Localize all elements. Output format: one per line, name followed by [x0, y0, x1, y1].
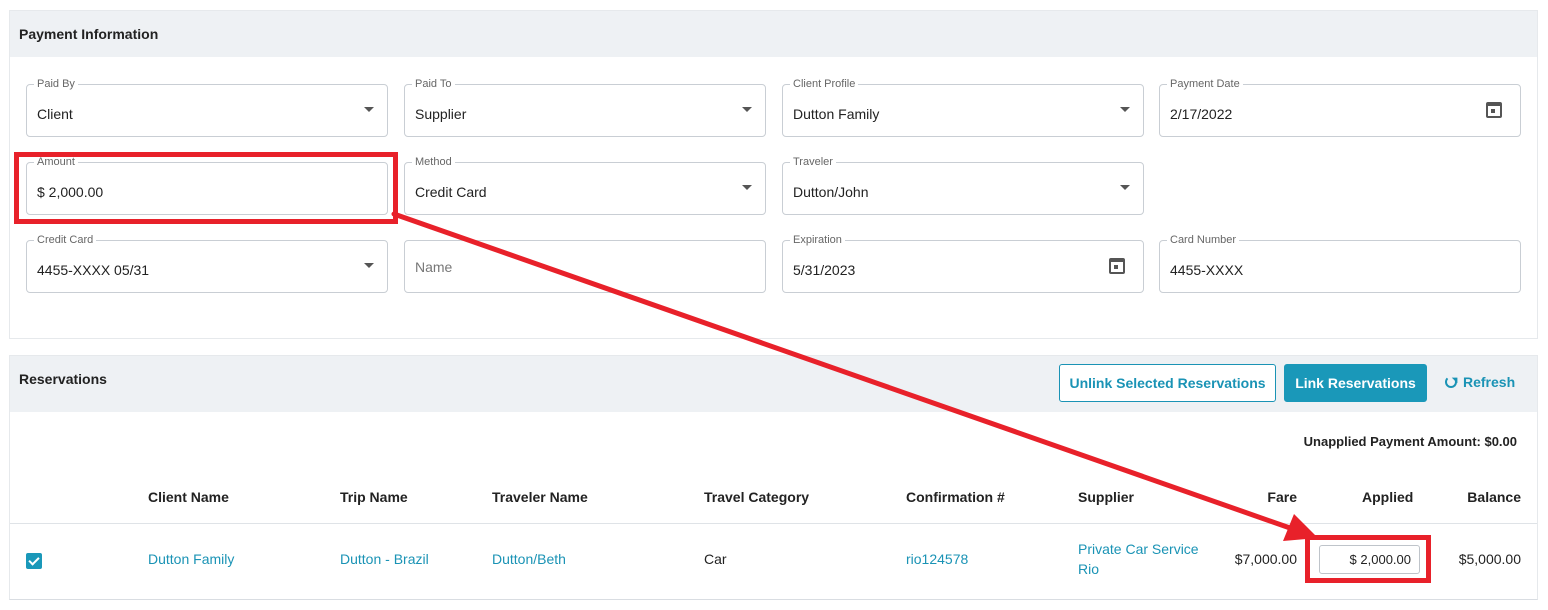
column-header-fare[interactable]: Fare — [1230, 489, 1297, 505]
traveler-select[interactable]: Traveler Dutton/John — [782, 156, 1144, 215]
card-number-value: 4455-XXXX — [1170, 262, 1244, 278]
applied-amount-input[interactable]: $ 2,000.00 — [1319, 545, 1420, 574]
expiration-value: 5/31/2023 — [793, 262, 856, 278]
name-placeholder: Name — [415, 259, 453, 275]
column-header-traveler-name[interactable]: Traveler Name — [492, 489, 588, 505]
amount-field[interactable]: Amount $ 2,000.00 — [26, 156, 388, 215]
payment-date-field[interactable]: Payment Date 2/17/2022 — [1159, 78, 1521, 137]
confirmation-link[interactable]: rio124578 — [906, 549, 968, 569]
column-header-balance[interactable]: Balance — [1450, 489, 1521, 505]
chevron-down-icon[interactable] — [364, 107, 374, 112]
paid-by-value: Client — [37, 106, 73, 122]
amount-value: $ 2,000.00 — [37, 184, 104, 200]
column-header-travel-category[interactable]: Travel Category — [704, 489, 809, 505]
column-header-trip-name[interactable]: Trip Name — [340, 489, 408, 505]
chevron-down-icon[interactable] — [1120, 107, 1130, 112]
column-header-supplier[interactable]: Supplier — [1078, 489, 1134, 505]
calendar-icon[interactable] — [1486, 102, 1502, 118]
reservations-title: Reservations — [19, 371, 107, 387]
column-header-applied[interactable]: Applied — [1362, 489, 1413, 505]
unlink-selected-reservations-button[interactable]: Unlink Selected Reservations — [1059, 364, 1276, 402]
paid-by-select[interactable]: Paid By Client — [26, 78, 388, 137]
chevron-down-icon[interactable] — [364, 263, 374, 268]
travel-category-cell: Car — [704, 551, 727, 567]
supplier-link[interactable]: Private Car Service Rio — [1078, 539, 1199, 579]
credit-card-value: 4455-XXXX 05/31 — [37, 262, 150, 278]
chevron-down-icon[interactable] — [742, 107, 752, 112]
payment-date-label: Payment Date — [1167, 78, 1243, 91]
paid-to-select[interactable]: Paid To Supplier — [404, 78, 766, 137]
traveler-value: Dutton/John — [793, 184, 869, 200]
payment-information-panel: Payment Information Paid By Client Paid … — [9, 10, 1538, 339]
client-name-link[interactable]: Dutton Family — [148, 549, 234, 569]
refresh-icon — [1445, 376, 1457, 388]
row-select-checkbox[interactable] — [26, 553, 42, 569]
balance-cell: $5,000.00 — [1458, 551, 1521, 567]
link-reservations-button[interactable]: Link Reservations — [1284, 364, 1427, 402]
traveler-label: Traveler — [790, 156, 836, 169]
method-value: Credit Card — [415, 184, 487, 200]
name-input[interactable]: Name — [404, 240, 766, 293]
card-number-label: Card Number — [1167, 234, 1240, 247]
method-label: Method — [412, 156, 455, 169]
expiration-field[interactable]: Expiration 5/31/2023 — [782, 234, 1144, 293]
client-profile-value: Dutton Family — [793, 106, 880, 122]
supplier-name-line-1: Private Car Service — [1078, 541, 1199, 557]
paid-to-value: Supplier — [415, 106, 467, 122]
chevron-down-icon[interactable] — [742, 185, 752, 190]
credit-card-label: Credit Card — [34, 234, 97, 247]
calendar-icon[interactable] — [1109, 258, 1125, 274]
unapplied-payment-amount: Unapplied Payment Amount: $0.00 — [1303, 434, 1517, 449]
refresh-label: Refresh — [1463, 374, 1516, 390]
table-header-divider — [10, 523, 1537, 524]
payment-date-value: 2/17/2022 — [1170, 106, 1233, 122]
refresh-button[interactable]: Refresh — [1445, 374, 1515, 390]
trip-name-link[interactable]: Dutton - Brazil — [340, 549, 429, 569]
client-profile-select[interactable]: Client Profile Dutton Family — [782, 78, 1144, 137]
traveler-name-link[interactable]: Dutton/Beth — [492, 549, 566, 569]
reservations-header: Reservations Unlink Selected Reservation… — [10, 356, 1537, 412]
card-number-field[interactable]: Card Number 4455-XXXX — [1159, 234, 1521, 293]
paid-to-label: Paid To — [412, 78, 455, 91]
expiration-label: Expiration — [790, 234, 845, 247]
reservations-panel: Reservations Unlink Selected Reservation… — [9, 355, 1538, 600]
column-header-client-name[interactable]: Client Name — [148, 489, 229, 505]
method-select[interactable]: Method Credit Card — [404, 156, 766, 215]
fare-cell: $7,000.00 — [1234, 551, 1297, 567]
amount-label: Amount — [34, 156, 78, 169]
column-header-confirmation[interactable]: Confirmation # — [906, 489, 1005, 505]
chevron-down-icon[interactable] — [1120, 185, 1130, 190]
credit-card-select[interactable]: Credit Card 4455-XXXX 05/31 — [26, 234, 388, 293]
supplier-name-line-2: Rio — [1078, 561, 1100, 577]
paid-by-label: Paid By — [34, 78, 78, 91]
payment-information-title: Payment Information — [10, 11, 1537, 57]
client-profile-label: Client Profile — [790, 78, 859, 91]
